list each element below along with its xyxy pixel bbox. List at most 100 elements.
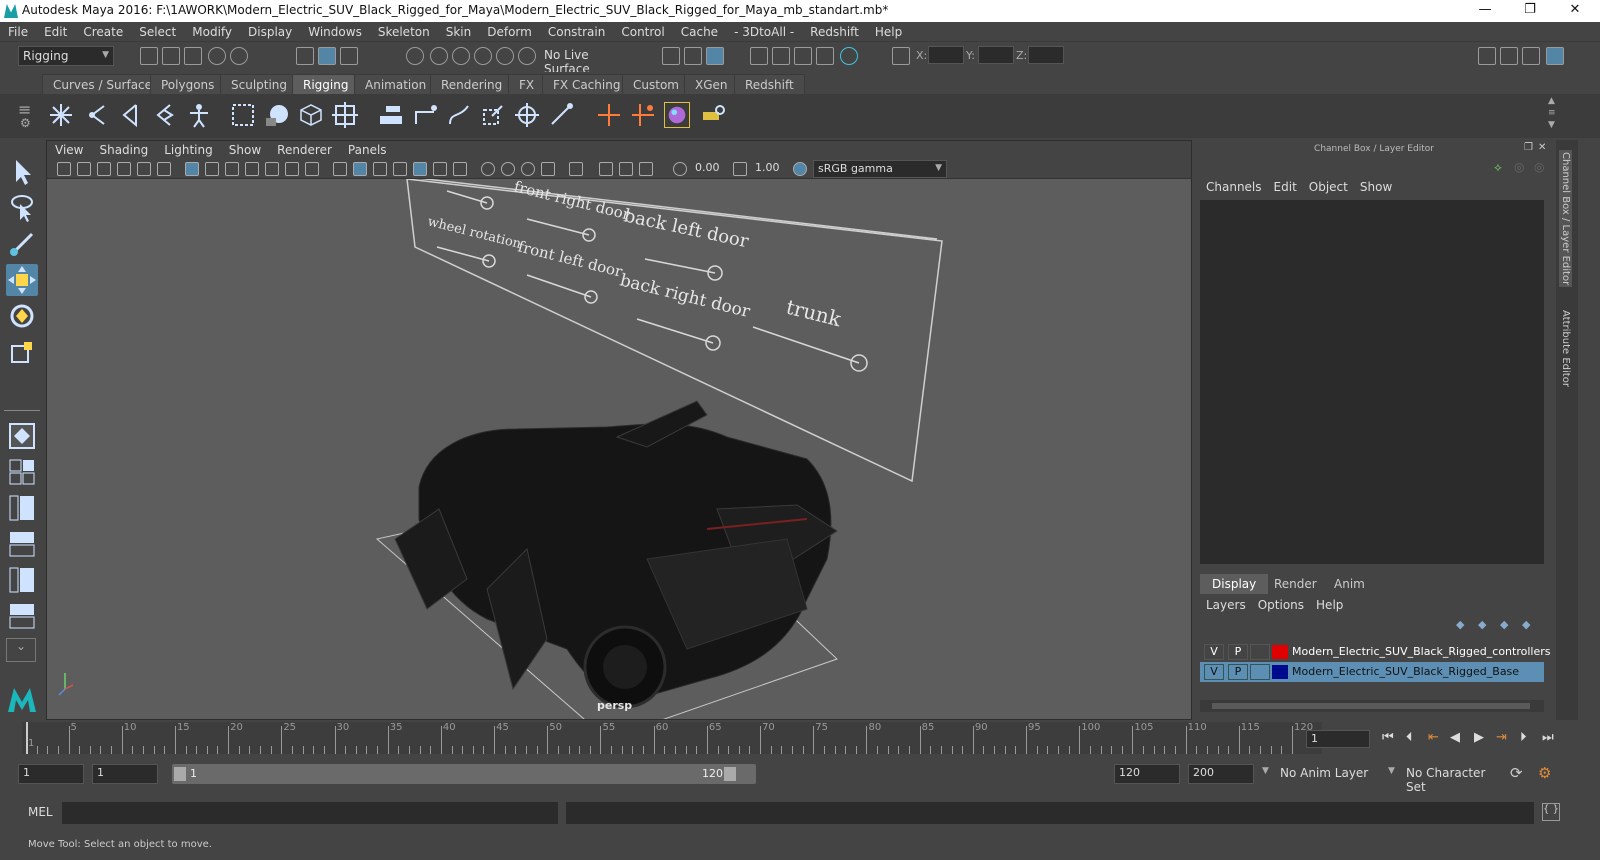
image-plane-icon[interactable]	[117, 162, 131, 176]
snap-surface-icon[interactable]	[496, 47, 514, 65]
channel-key-icon[interactable]: ⟡	[1494, 160, 1502, 175]
resolution-gate-icon[interactable]	[225, 162, 239, 176]
menu-skeleton[interactable]: Skeleton	[370, 22, 438, 42]
layer-color-swatch[interactable]	[1272, 645, 1288, 659]
single-pane-layout-icon[interactable]	[6, 420, 38, 452]
layer-row-base[interactable]: V P Modern_Electric_SUV_Black_Rigged_Bas…	[1200, 662, 1544, 682]
channel-lock-icon[interactable]: ◎	[1514, 160, 1524, 174]
viewport-menu-lighting[interactable]: Lighting	[156, 141, 221, 159]
side-tab-channel-box[interactable]: Channel Box / Layer Editor	[1559, 150, 1572, 288]
scale-tool-icon[interactable]	[6, 336, 38, 368]
shelf-tab-rendering[interactable]: Rendering	[430, 74, 514, 94]
xray-components-icon[interactable]	[619, 162, 633, 176]
snap-point-icon[interactable]	[452, 47, 470, 65]
bind-skin-icon[interactable]	[230, 102, 256, 128]
animation-start-field[interactable]: 1	[18, 764, 84, 784]
layout-menu-icon[interactable]: ⌄	[6, 638, 36, 662]
graph-layout-icon[interactable]	[6, 528, 38, 560]
layer-row-controllers[interactable]: V P Modern_Electric_SUV_Black_Rigged_con…	[1200, 642, 1550, 662]
exposure-field[interactable]: 0.00	[691, 160, 729, 177]
menu-create[interactable]: Create	[75, 22, 131, 42]
outliner-layout-icon[interactable]	[6, 492, 38, 524]
z-field[interactable]	[1028, 46, 1064, 64]
tool-settings-icon[interactable]	[1522, 47, 1540, 65]
attribute-editor-icon[interactable]	[1500, 47, 1518, 65]
animation-end-field[interactable]: 200	[1188, 764, 1254, 784]
viewport-menu-view[interactable]: View	[47, 141, 91, 159]
xray-icon[interactable]	[569, 162, 583, 176]
channel-box-icon[interactable]	[1546, 47, 1564, 65]
snap-curve-icon[interactable]	[430, 47, 448, 65]
menu-3dtoall[interactable]: - 3DtoAll -	[726, 22, 802, 42]
set-driven-key-icon[interactable]	[630, 102, 656, 128]
four-pane-layout-icon[interactable]	[6, 456, 38, 488]
channel-menu-object[interactable]: Object	[1303, 180, 1354, 194]
new-layer-icon[interactable]: ◆	[1500, 618, 1508, 631]
point-constraint-icon[interactable]	[446, 102, 472, 128]
channel-list[interactable]	[1200, 200, 1544, 564]
float-panel-icon[interactable]: ❐	[1524, 142, 1533, 153]
select-camera-icon[interactable]	[57, 162, 71, 176]
script-editor-icon[interactable]: { }	[1542, 803, 1560, 821]
anti-aliasing-icon[interactable]	[501, 162, 515, 176]
layer-visibility-toggle[interactable]: V	[1204, 644, 1224, 660]
shelf-tab-redshift[interactable]: Redshift	[734, 74, 805, 94]
shelf-tab-custom[interactable]: Custom	[622, 74, 690, 94]
viewport-menu-renderer[interactable]: Renderer	[269, 141, 340, 159]
step-back-frame-icon[interactable]: ⏴	[1406, 730, 1413, 745]
side-tab-attribute-editor[interactable]: Attribute Editor	[1559, 308, 1572, 389]
output-ops-icon[interactable]	[684, 47, 702, 65]
layer-playback-toggle[interactable]: P	[1228, 664, 1248, 680]
minimize-button[interactable]: —	[1470, 2, 1500, 20]
layer-tab-anim[interactable]: Anim	[1322, 574, 1377, 594]
shelf-tab-xgen[interactable]: XGen	[684, 74, 739, 94]
hypergraph-icon[interactable]	[664, 102, 690, 128]
menu-edit[interactable]: Edit	[36, 22, 75, 42]
snap-live-icon[interactable]	[518, 47, 536, 65]
construction-history-icon[interactable]	[706, 47, 724, 65]
colorspace-dropdown[interactable]: sRGB gamma ▼	[813, 160, 947, 178]
menu-windows[interactable]: Windows	[300, 22, 370, 42]
layer-color-swatch[interactable]	[1272, 665, 1288, 679]
layer-menu-help[interactable]: Help	[1310, 598, 1349, 612]
transform-field-icon[interactable]	[892, 47, 910, 65]
menu-control[interactable]: Control	[613, 22, 672, 42]
input-ops-icon[interactable]	[662, 47, 680, 65]
redo-icon[interactable]	[230, 47, 248, 65]
layer-display-type-toggle[interactable]	[1250, 644, 1270, 660]
gate-mask-icon[interactable]	[245, 162, 259, 176]
smooth-shade-icon[interactable]	[353, 162, 367, 176]
menuset-dropdown[interactable]: Rigging ▼	[18, 46, 114, 66]
add-influence-icon[interactable]	[378, 102, 404, 128]
go-to-start-icon[interactable]: ⏮	[1382, 730, 1394, 745]
menu-constrain[interactable]: Constrain	[540, 22, 614, 42]
gamma-field[interactable]: 1.00	[751, 160, 789, 177]
safe-title-icon[interactable]	[305, 162, 319, 176]
time-ruler[interactable]: 1 5 10 15 20 25 30 35 40 45 50 55 60 65 70 75 80 85 90 95 10…	[22, 722, 1322, 754]
viewport-menu-panels[interactable]: Panels	[340, 141, 395, 159]
script-layout-icon[interactable]	[6, 600, 38, 632]
2d-pan-zoom-icon[interactable]	[137, 162, 151, 176]
undo-icon[interactable]	[208, 47, 226, 65]
pole-vector-icon[interactable]	[548, 102, 574, 128]
hypershade-icon[interactable]	[840, 47, 858, 65]
ipr-render-icon[interactable]	[794, 47, 812, 65]
character-set-dropdown[interactable]: No Character Set	[1402, 764, 1508, 794]
ik-handle-icon[interactable]	[84, 102, 110, 128]
hypershade-layout-icon[interactable]	[6, 564, 38, 596]
mirror-joint-icon[interactable]	[152, 102, 178, 128]
wireframe-icon[interactable]	[333, 162, 347, 176]
shelf-tab-rigging[interactable]: Rigging	[292, 74, 360, 94]
menu-help[interactable]: Help	[867, 22, 910, 42]
layer-tab-display[interactable]: Display	[1200, 574, 1269, 594]
render-settings-icon[interactable]	[816, 47, 834, 65]
current-frame-field[interactable]: 1	[1306, 730, 1370, 748]
select-object-icon[interactable]	[318, 47, 336, 65]
play-forwards-icon[interactable]: ▶	[1474, 730, 1484, 745]
orient-constraint-icon[interactable]	[480, 102, 506, 128]
viewport-menu-shading[interactable]: Shading	[91, 141, 156, 159]
shelf-settings-icon[interactable]: ⚙	[20, 116, 31, 130]
snap-view-icon[interactable]	[474, 47, 492, 65]
shelf-scroll-menu-icon[interactable]: ≡	[1548, 108, 1556, 118]
step-forward-key-icon[interactable]: ⇥	[1496, 730, 1507, 745]
